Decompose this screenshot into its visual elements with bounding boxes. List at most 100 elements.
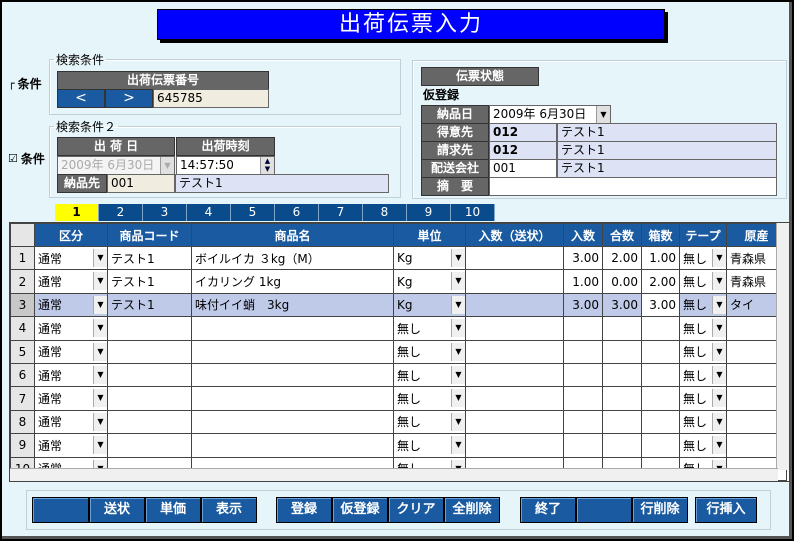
- cell-irisu[interactable]: [563, 386, 603, 411]
- chevron-down-icon[interactable]: ▼: [93, 272, 107, 291]
- cell-irisu_sj[interactable]: [465, 339, 564, 364]
- chevron-down-icon[interactable]: ▼: [93, 389, 107, 408]
- cell-irisu_sj[interactable]: [465, 316, 564, 341]
- table-row[interactable]: 1 通常 ▼ テスト1 ボイルイカ ３kg（M） Kg ▼ 3.00 2.00 1.00 無し ▼ 青森…: [10, 245, 787, 271]
- cell-code[interactable]: テスト1: [107, 269, 192, 294]
- chevron-down-icon[interactable]: ▼: [160, 157, 174, 174]
- tab-1[interactable]: 1: [55, 204, 99, 221]
- cell-gousu[interactable]: 2.00: [602, 245, 642, 271]
- horizontal-scrollbar[interactable]: [10, 468, 778, 481]
- cell-unit[interactable]: 無し ▼: [393, 316, 466, 341]
- tab-9[interactable]: 9: [407, 204, 451, 221]
- cell-gousu[interactable]: [602, 339, 642, 364]
- chevron-down-icon[interactable]: ▼: [451, 249, 465, 267]
- chevron-down-icon[interactable]: ▼: [451, 342, 465, 361]
- cell-gousu[interactable]: [602, 386, 642, 411]
- prev-button[interactable]: <: [57, 89, 105, 108]
- cond1-checkbox[interactable]: ┌ 条件: [8, 75, 42, 92]
- cell-irisu_sj[interactable]: [465, 269, 564, 294]
- cell-name[interactable]: [191, 386, 394, 411]
- chevron-down-icon[interactable]: ▼: [712, 365, 726, 384]
- cell-tape[interactable]: 無し ▼: [679, 362, 727, 388]
- chevron-down-icon[interactable]: ▼: [451, 436, 465, 455]
- cell-irisu_sj[interactable]: [465, 433, 564, 458]
- tab-2[interactable]: 2: [99, 204, 143, 221]
- chevron-down-icon[interactable]: ▼: [93, 319, 107, 338]
- chevron-down-icon[interactable]: ▼: [451, 412, 465, 431]
- cell-gousu[interactable]: [602, 409, 642, 435]
- chevron-down-icon[interactable]: ▼: [712, 342, 726, 361]
- cell-unit[interactable]: 無し ▼: [393, 433, 466, 458]
- cell-irisu[interactable]: [563, 362, 603, 388]
- cell-irisu_sj[interactable]: [465, 409, 564, 435]
- ship-time-field[interactable]: 14:57:50 ▲ ▼: [176, 156, 275, 175]
- cell-tape[interactable]: 無し ▼: [679, 245, 727, 271]
- chevron-down-icon[interactable]: ▼: [93, 412, 107, 431]
- unit-price-button[interactable]: 単価: [145, 497, 201, 523]
- cell-code[interactable]: [107, 316, 192, 341]
- delete-all-button[interactable]: 全削除: [444, 497, 500, 523]
- cell-kubun[interactable]: 通常 ▼: [34, 269, 108, 294]
- cell-hako[interactable]: 3.00: [641, 292, 680, 318]
- chevron-down-icon[interactable]: ▼: [712, 249, 726, 267]
- slip-no-field[interactable]: 645785: [153, 89, 269, 108]
- table-row[interactable]: 3 通常 ▼ テスト1 味付イイ蛸 3kg Kg ▼ 3.00 3.00 3.00 無し ▼ タイ: [10, 292, 787, 318]
- cell-kubun[interactable]: 通常 ▼: [34, 433, 108, 458]
- cell-code[interactable]: テスト1: [107, 292, 192, 318]
- cell-tape[interactable]: 無し ▼: [679, 409, 727, 435]
- chevron-down-icon[interactable]: ▼: [93, 249, 107, 267]
- cell-unit[interactable]: 無し ▼: [393, 339, 466, 364]
- cell-code[interactable]: [107, 386, 192, 411]
- table-row[interactable]: 5 通常 ▼ 無し ▼ 無し ▼: [10, 339, 787, 364]
- table-row[interactable]: 2 通常 ▼ テスト1 イカリング 1kg Kg ▼ 1.00 0.00 2.00 無し ▼ 青森県: [10, 269, 787, 294]
- cell-irisu[interactable]: 3.00: [563, 245, 603, 271]
- tab-3[interactable]: 3: [143, 204, 187, 221]
- cell-kubun[interactable]: 通常 ▼: [34, 362, 108, 388]
- cell-kubun[interactable]: 通常 ▼: [34, 245, 108, 271]
- chevron-down-icon[interactable]: ▼: [712, 295, 726, 314]
- table-row[interactable]: 7 通常 ▼ 無し ▼ 無し ▼: [10, 386, 787, 411]
- cell-irisu_sj[interactable]: [465, 386, 564, 411]
- cell-tape[interactable]: 無し ▼: [679, 292, 727, 318]
- cell-tape[interactable]: 無し ▼: [679, 386, 727, 411]
- spinner-icon[interactable]: ▲ ▼: [260, 157, 274, 174]
- cell-hako[interactable]: [641, 362, 680, 388]
- tab-6[interactable]: 6: [275, 204, 319, 221]
- insert-row-button[interactable]: 行挿入: [695, 497, 757, 523]
- cell-code[interactable]: テスト1: [107, 245, 192, 271]
- vertical-scrollbar[interactable]: [776, 223, 789, 470]
- chevron-down-icon[interactable]: ▼: [712, 272, 726, 291]
- invoice-button[interactable]: 送状: [89, 497, 145, 523]
- display-button[interactable]: 表示: [201, 497, 257, 523]
- cell-tape[interactable]: 無し ▼: [679, 339, 727, 364]
- cell-code[interactable]: [107, 362, 192, 388]
- cell-unit[interactable]: 無し ▼: [393, 386, 466, 411]
- table-row[interactable]: 9 通常 ▼ 無し ▼ 無し ▼: [10, 433, 787, 458]
- tab-5[interactable]: 5: [231, 204, 275, 221]
- cell-gousu[interactable]: 3.00: [602, 292, 642, 318]
- cell-name[interactable]: [191, 362, 394, 388]
- cell-name[interactable]: [191, 409, 394, 435]
- temp-register-button[interactable]: 仮登録: [332, 497, 388, 523]
- cell-gousu[interactable]: [602, 362, 642, 388]
- cell-hako[interactable]: [641, 409, 680, 435]
- chevron-down-icon[interactable]: ▼: [93, 365, 107, 384]
- chevron-down-icon[interactable]: ▼: [712, 389, 726, 408]
- clear-button[interactable]: クリア: [388, 497, 444, 523]
- cell-unit[interactable]: Kg ▼: [393, 245, 466, 271]
- chevron-down-icon[interactable]: ▼: [451, 365, 465, 384]
- cond2-checkbox-box[interactable]: ☑: [8, 152, 18, 165]
- cell-kubun[interactable]: 通常 ▼: [34, 339, 108, 364]
- chevron-down-icon[interactable]: ▼: [93, 436, 107, 455]
- cell-irisu_sj[interactable]: [465, 292, 564, 318]
- next-button[interactable]: >: [105, 89, 153, 108]
- cell-irisu[interactable]: 1.00: [563, 269, 603, 294]
- chevron-down-icon[interactable]: ▼: [712, 319, 726, 338]
- cell-irisu[interactable]: [563, 433, 603, 458]
- cell-kubun[interactable]: 通常 ▼: [34, 409, 108, 435]
- table-row[interactable]: 4 通常 ▼ 無し ▼ 無し ▼: [10, 316, 787, 341]
- cell-hako[interactable]: [641, 316, 680, 341]
- chevron-down-icon[interactable]: ▼: [451, 389, 465, 408]
- memo-field[interactable]: [489, 177, 777, 196]
- cell-unit[interactable]: Kg ▼: [393, 292, 466, 318]
